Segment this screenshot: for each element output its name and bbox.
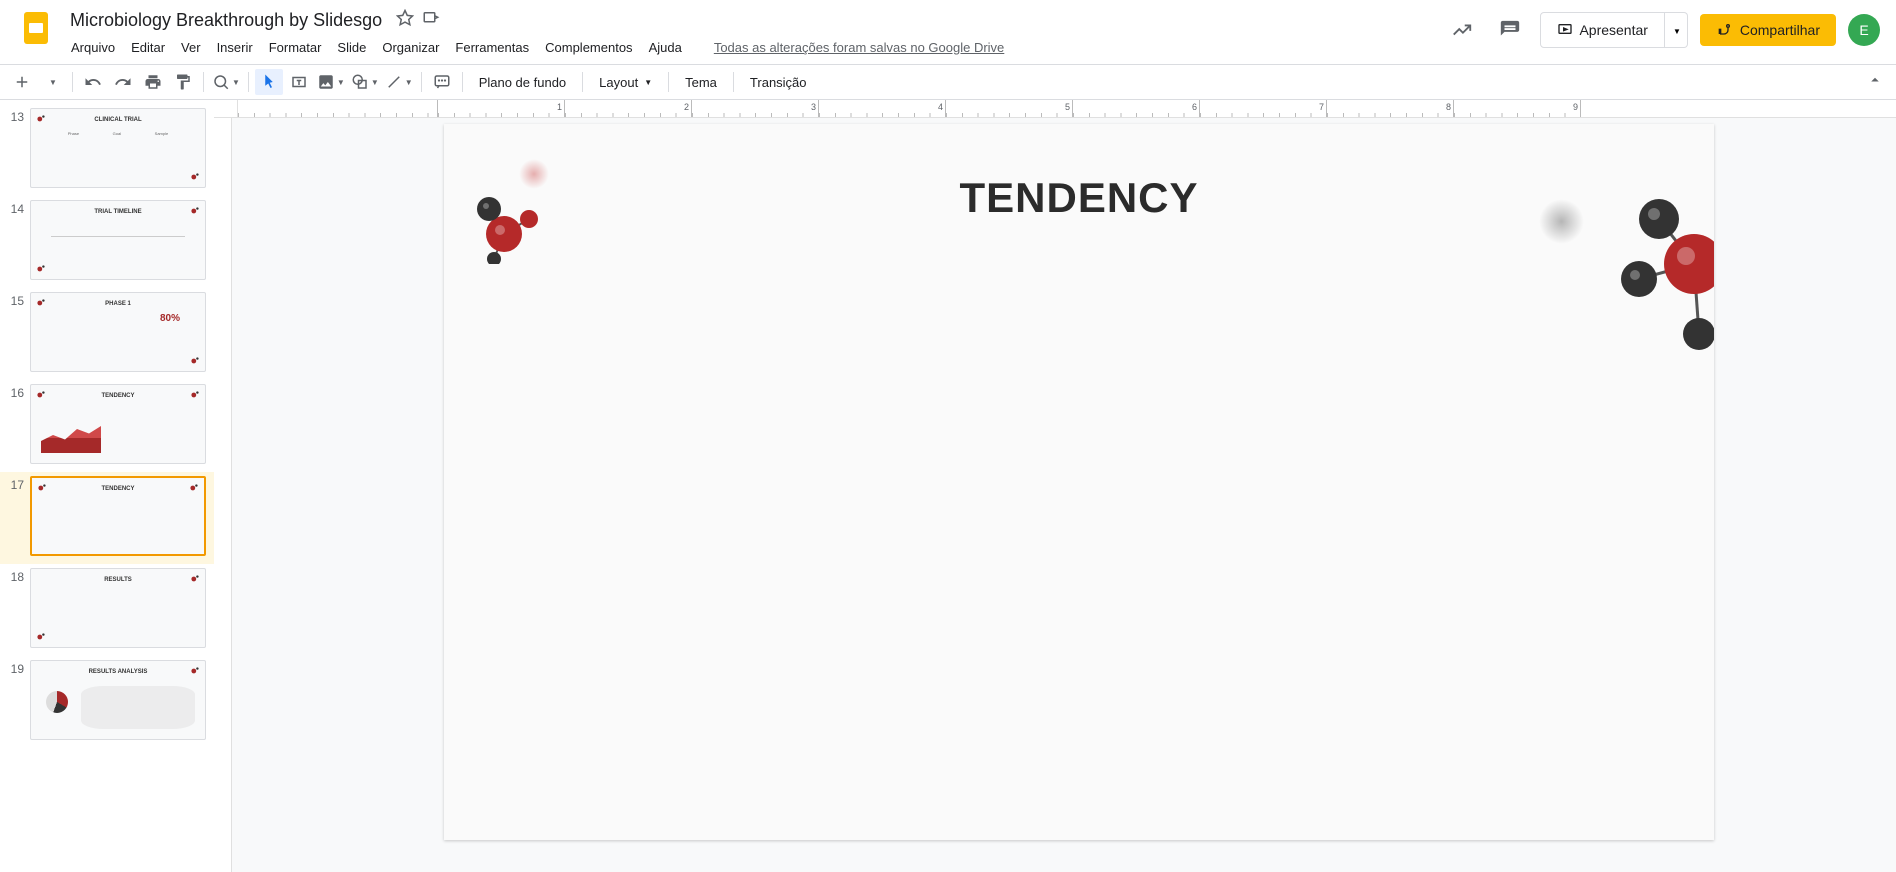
ruler-horizontal[interactable]: 1 2 3 4 5 6 7 8 9 bbox=[238, 100, 1896, 118]
menu-addons[interactable]: Complementos bbox=[538, 36, 639, 59]
present-dropdown[interactable]: ▼ bbox=[1665, 12, 1688, 48]
image-tool[interactable]: ▼ bbox=[315, 69, 347, 95]
blur-decoration-right bbox=[1539, 199, 1584, 244]
avatar[interactable]: E bbox=[1848, 14, 1880, 46]
filmstrip[interactable]: 13 CLINICAL TRIAL PhaseGoalSample 14 TRI… bbox=[0, 100, 214, 872]
document-title[interactable]: Microbiology Breakthrough by Slidesgo bbox=[64, 8, 388, 33]
move-icon[interactable] bbox=[422, 9, 440, 32]
print-button[interactable] bbox=[139, 69, 167, 95]
menu-tools[interactable]: Ferramentas bbox=[448, 36, 536, 59]
zoom-button[interactable]: ▼ bbox=[210, 69, 242, 95]
slide-thumb-18[interactable]: 18 RESULTS bbox=[0, 564, 214, 656]
toolbar: ▼ ▼ ▼ ▼ ▼ Plano de fundo Layout▼ Tema Tr… bbox=[0, 64, 1896, 100]
paint-format-button[interactable] bbox=[169, 69, 197, 95]
slide-thumb-16[interactable]: 16 TENDENCY bbox=[0, 380, 214, 472]
slide-thumb-17[interactable]: 17 TENDENCY bbox=[0, 472, 214, 564]
ruler-corner bbox=[214, 100, 238, 118]
redo-button[interactable] bbox=[109, 69, 137, 95]
shape-tool[interactable]: ▼ bbox=[349, 69, 381, 95]
comment-button[interactable] bbox=[428, 69, 456, 95]
slide-thumb-13[interactable]: 13 CLINICAL TRIAL PhaseGoalSample bbox=[0, 104, 214, 196]
molecule-graphic-right[interactable] bbox=[1604, 174, 1714, 369]
slide-thumb-19[interactable]: 19 RESULTS ANALYSIS bbox=[0, 656, 214, 748]
activity-icon[interactable] bbox=[1444, 12, 1480, 48]
slide-thumb-15[interactable]: 15 PHASE 1 80% bbox=[0, 288, 214, 380]
menu-slide[interactable]: Slide bbox=[330, 36, 373, 59]
workspace: 13 CLINICAL TRIAL PhaseGoalSample 14 TRI… bbox=[0, 100, 1896, 872]
menu-insert[interactable]: Inserir bbox=[210, 36, 260, 59]
molecule-graphic-left[interactable] bbox=[464, 164, 554, 269]
layout-button[interactable]: Layout▼ bbox=[589, 71, 662, 94]
menubar: Arquivo Editar Ver Inserir Formatar Slid… bbox=[64, 36, 1444, 59]
slide-canvas[interactable]: TENDENCY bbox=[444, 124, 1714, 840]
present-button[interactable]: Apresentar bbox=[1540, 12, 1664, 48]
header-actions: Apresentar ▼ Compartilhar E bbox=[1444, 12, 1880, 48]
collapse-toolbar-icon[interactable] bbox=[1862, 67, 1888, 98]
comments-icon[interactable] bbox=[1492, 12, 1528, 48]
transition-button[interactable]: Transição bbox=[740, 71, 817, 94]
select-tool[interactable] bbox=[255, 69, 283, 95]
slide-title[interactable]: TENDENCY bbox=[959, 174, 1198, 222]
new-slide-button[interactable] bbox=[8, 69, 36, 95]
menu-file[interactable]: Arquivo bbox=[64, 36, 122, 59]
textbox-tool[interactable] bbox=[285, 69, 313, 95]
slides-logo[interactable] bbox=[16, 8, 56, 48]
menu-view[interactable]: Ver bbox=[174, 36, 208, 59]
save-status[interactable]: Todas as alterações foram salvas no Goog… bbox=[707, 36, 1011, 59]
slide-thumb-14[interactable]: 14 TRIAL TIMELINE bbox=[0, 196, 214, 288]
menu-arrange[interactable]: Organizar bbox=[375, 36, 446, 59]
star-icon[interactable] bbox=[396, 9, 414, 32]
ruler-vertical[interactable] bbox=[214, 118, 232, 872]
new-slide-dropdown[interactable]: ▼ bbox=[38, 69, 66, 95]
canvas-area[interactable]: 1 2 3 4 5 6 7 8 9 bbox=[214, 100, 1896, 872]
share-button[interactable]: Compartilhar bbox=[1700, 14, 1836, 46]
theme-button[interactable]: Tema bbox=[675, 71, 727, 94]
title-area: Microbiology Breakthrough by Slidesgo Ar… bbox=[64, 8, 1444, 59]
line-tool[interactable]: ▼ bbox=[383, 69, 415, 95]
share-label: Compartilhar bbox=[1740, 22, 1820, 38]
undo-button[interactable] bbox=[79, 69, 107, 95]
menu-edit[interactable]: Editar bbox=[124, 36, 172, 59]
background-button[interactable]: Plano de fundo bbox=[469, 71, 576, 94]
header: Microbiology Breakthrough by Slidesgo Ar… bbox=[0, 0, 1896, 64]
menu-help[interactable]: Ajuda bbox=[642, 36, 689, 59]
present-label: Apresentar bbox=[1579, 22, 1647, 38]
menu-format[interactable]: Formatar bbox=[262, 36, 329, 59]
